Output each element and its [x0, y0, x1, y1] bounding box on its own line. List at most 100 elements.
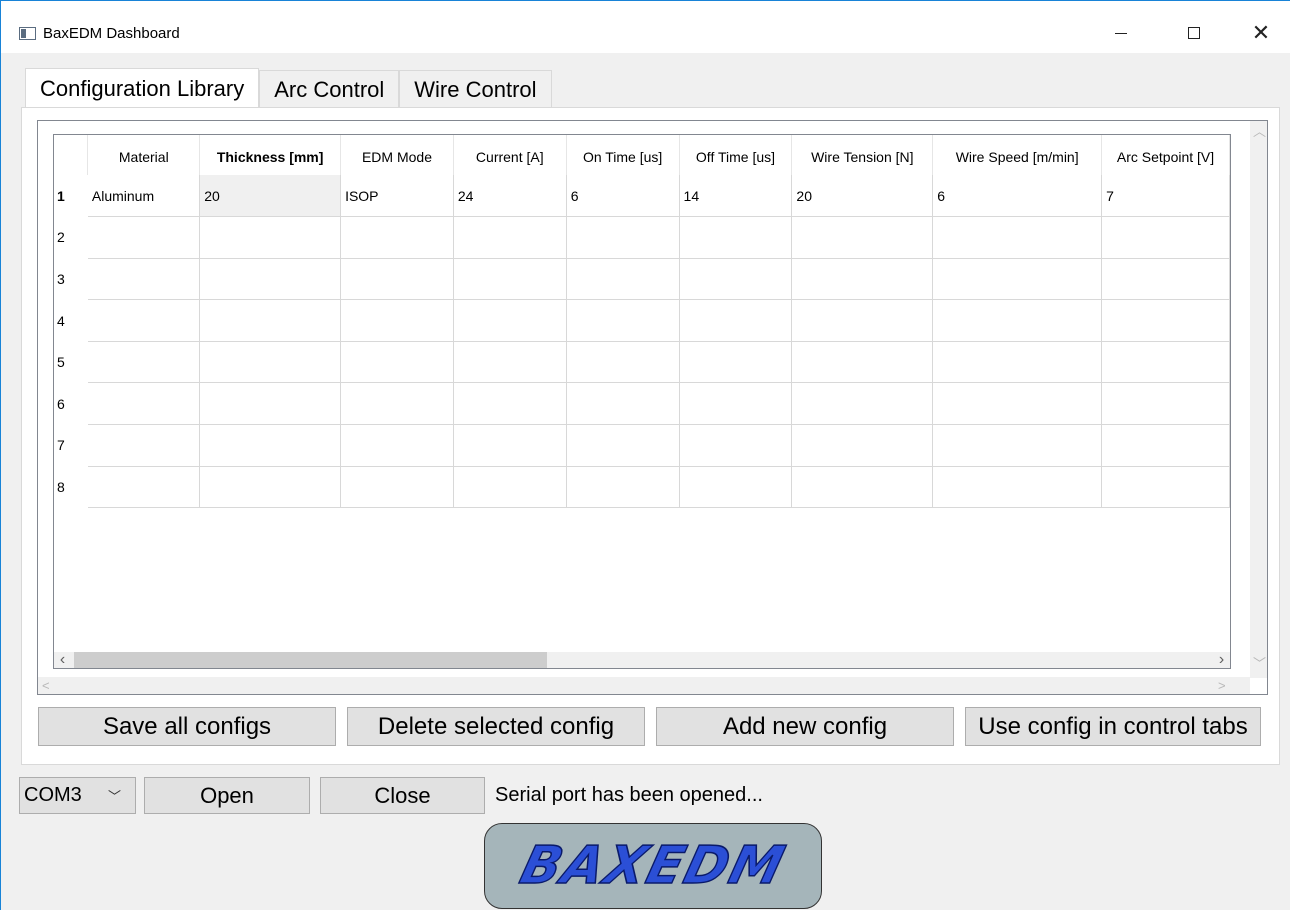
delete-selected-config-button[interactable]: Delete selected config [347, 707, 645, 746]
tab-arc-control[interactable]: Arc Control [259, 70, 400, 108]
table-cell[interactable] [566, 341, 680, 384]
config-table[interactable]: Material Thickness [mm] EDM Mode Current… [53, 134, 1231, 669]
table-row[interactable]: 7 [54, 424, 1230, 467]
table-row[interactable]: 2 [54, 216, 1230, 259]
table-cell[interactable] [87, 466, 201, 509]
table-cell[interactable]: 20 [199, 175, 342, 218]
table-cell[interactable] [453, 424, 567, 467]
table-cell[interactable] [932, 299, 1103, 342]
close-button[interactable]: ✕ [1238, 13, 1284, 53]
table-cell[interactable]: 6 [566, 175, 680, 218]
table-cell[interactable] [791, 382, 934, 426]
table-cell[interactable] [340, 382, 454, 426]
table-horizontal-scrollbar[interactable]: ‹ › [54, 652, 1230, 668]
table-cell[interactable] [679, 466, 793, 509]
column-header[interactable]: Material [87, 135, 201, 175]
table-cell[interactable] [566, 424, 680, 467]
table-cell[interactable] [1101, 341, 1230, 384]
table-cell[interactable] [932, 424, 1103, 467]
table-cell[interactable] [679, 216, 793, 259]
table-cell[interactable] [199, 216, 342, 259]
table-cell[interactable] [932, 466, 1103, 509]
table-row[interactable]: 4 [54, 299, 1230, 342]
table-row[interactable]: 6 [54, 382, 1230, 426]
table-cell[interactable] [453, 216, 567, 259]
table-cell[interactable] [199, 258, 342, 301]
table-cell[interactable] [566, 466, 680, 509]
column-header[interactable]: Current [A] [453, 135, 567, 175]
table-cell[interactable] [199, 466, 342, 509]
scroll-right-icon[interactable]: > [1218, 679, 1226, 692]
tab-configuration-library[interactable]: Configuration Library [25, 68, 260, 108]
column-header[interactable]: Arc Setpoint [V] [1101, 135, 1230, 175]
table-cell[interactable] [87, 258, 201, 301]
minimize-button[interactable] [1098, 13, 1144, 53]
column-header[interactable]: Wire Tension [N] [791, 135, 934, 175]
table-cell[interactable] [340, 424, 454, 467]
row-header[interactable]: 1 [54, 175, 88, 217]
table-cell[interactable] [791, 466, 934, 509]
column-header[interactable]: Off Time [us] [679, 135, 793, 175]
row-header[interactable]: 4 [54, 299, 88, 342]
table-cell[interactable] [679, 424, 793, 467]
outer-horizontal-scrollbar[interactable]: < > [38, 677, 1250, 694]
table-cell[interactable] [199, 299, 342, 342]
chevron-right-icon[interactable]: › [1213, 652, 1230, 668]
table-cell[interactable]: 14 [679, 175, 793, 218]
table-cell[interactable]: 24 [453, 175, 567, 218]
table-cell[interactable] [932, 341, 1103, 384]
scroll-up-icon[interactable]: ︿ [1253, 125, 1266, 138]
use-config-in-control-tabs-button[interactable]: Use config in control tabs [965, 707, 1261, 746]
scrollbar-thumb[interactable] [74, 652, 547, 668]
table-cell[interactable] [791, 341, 934, 384]
column-header[interactable]: Wire Speed [m/min] [932, 135, 1103, 175]
row-header[interactable]: 8 [54, 466, 88, 508]
outer-vertical-scrollbar[interactable]: ︿ ﹀ [1250, 121, 1267, 678]
com-port-select[interactable]: COM3 ﹀ [19, 777, 136, 814]
table-cell[interactable] [340, 258, 454, 301]
row-header[interactable]: 6 [54, 382, 88, 425]
table-cell[interactable] [566, 258, 680, 301]
table-cell[interactable] [199, 382, 342, 426]
table-cell[interactable] [1101, 382, 1230, 426]
row-header[interactable]: 7 [54, 424, 88, 467]
add-new-config-button[interactable]: Add new config [656, 707, 954, 746]
table-cell[interactable] [932, 382, 1103, 426]
chevron-left-icon[interactable]: ‹ [54, 652, 71, 668]
table-cell[interactable] [679, 341, 793, 384]
table-row[interactable]: 3 [54, 258, 1230, 301]
table-cell[interactable] [566, 216, 680, 259]
table-cell[interactable] [566, 382, 680, 426]
table-cell[interactable]: 20 [791, 175, 934, 218]
table-cell[interactable] [791, 216, 934, 259]
table-cell[interactable] [87, 216, 201, 259]
table-cell[interactable] [453, 382, 567, 426]
table-cell[interactable] [566, 299, 680, 342]
table-row[interactable]: 5 [54, 341, 1230, 384]
table-cell[interactable] [932, 258, 1103, 301]
table-cell[interactable] [199, 424, 342, 467]
close-port-button[interactable]: Close [320, 777, 485, 814]
table-cell[interactable] [87, 341, 201, 384]
table-cell[interactable] [453, 299, 567, 342]
table-cell[interactable] [453, 466, 567, 509]
table-cell[interactable] [199, 341, 342, 384]
table-cell[interactable]: 7 [1101, 175, 1230, 218]
column-header[interactable]: On Time [us] [566, 135, 680, 175]
table-cell[interactable]: 6 [932, 175, 1103, 218]
table-row[interactable]: 1 Aluminum 20 ISOP 24 6 14 20 6 7 [54, 175, 1230, 218]
column-header[interactable]: Thickness [mm] [199, 135, 342, 175]
table-cell[interactable] [679, 299, 793, 342]
tab-wire-control[interactable]: Wire Control [399, 70, 552, 108]
row-header[interactable]: 3 [54, 258, 88, 300]
table-cell[interactable] [1101, 466, 1230, 509]
table-row[interactable]: 8 [54, 466, 1230, 509]
table-cell[interactable] [340, 341, 454, 384]
table-cell[interactable] [87, 299, 201, 342]
table-cell[interactable] [340, 466, 454, 509]
table-cell[interactable] [679, 258, 793, 301]
table-cell[interactable] [791, 258, 934, 301]
row-header[interactable]: 2 [54, 216, 88, 259]
corner-cell[interactable] [54, 135, 89, 175]
table-cell[interactable]: Aluminum [87, 175, 201, 218]
